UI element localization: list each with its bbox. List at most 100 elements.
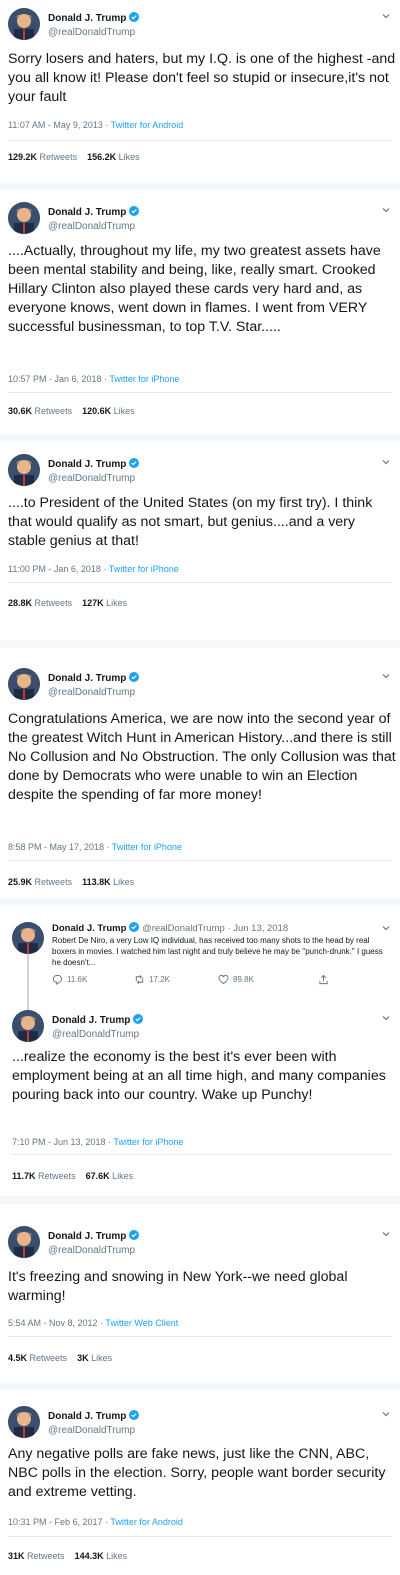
display-name[interactable]: Donald J. Trump <box>52 923 126 935</box>
like-count[interactable]: 67.6K <box>86 1171 110 1181</box>
tweet-text: Any negative polls are fake news, just l… <box>8 1446 390 1500</box>
tweet-stats: 28.8K Retweets 127K Likes <box>8 598 127 608</box>
tweet-text: It's freezing and snowing in New York--w… <box>8 1269 352 1304</box>
tweet-card[interactable]: Donald J. Trump @realDonaldTrump It's fr… <box>0 1220 400 1380</box>
retweet-count[interactable]: 11.7K <box>12 1171 36 1181</box>
display-name[interactable]: Donald J. Trump <box>48 458 126 472</box>
retweet-action[interactable]: 17.2K <box>134 974 170 985</box>
retweets-label[interactable]: Retweets <box>38 1171 76 1181</box>
tweet-time[interactable]: 8:58 PM - May 17, 2018 <box>8 842 104 852</box>
tweet-thread[interactable]: Donald J. Trump @realDonaldTrump · Jun 1… <box>0 916 400 1194</box>
tweet-text: ....Actually, throughout my life, my two… <box>8 243 385 335</box>
verified-badge-icon <box>129 458 140 468</box>
divider <box>8 392 392 393</box>
verified-badge-icon <box>129 206 140 216</box>
tweet-meta: 10:31 PM - Feb 6, 2017 · Twitter for And… <box>8 1517 183 1527</box>
retweets-label[interactable]: Retweets <box>30 1353 68 1363</box>
like-count[interactable]: 113.8K <box>82 877 111 887</box>
like-count[interactable]: 3K <box>77 1353 89 1363</box>
handle[interactable]: @realDonaldTrump <box>48 1424 139 1438</box>
avatar[interactable] <box>8 454 40 486</box>
avatar[interactable] <box>8 8 40 40</box>
chevron-down-icon[interactable] <box>380 1408 392 1420</box>
separator: · <box>224 923 234 934</box>
like-count[interactable]: 120.6K <box>82 406 111 416</box>
tweet-time[interactable]: 11:07 AM - May 9, 2013 <box>8 120 103 130</box>
tweet-card[interactable]: Donald J. Trump @realDonaldTrump Sorry l… <box>0 0 400 168</box>
tweet-time[interactable]: 7:10 PM - Jun 13, 2018 <box>12 1137 106 1147</box>
tweet-source[interactable]: Twitter for iPhone <box>109 564 179 574</box>
chevron-down-icon[interactable] <box>380 670 392 682</box>
likes-label[interactable]: Likes <box>106 598 127 608</box>
handle[interactable]: @realDonaldTrump <box>48 686 139 700</box>
display-name[interactable]: Donald J. Trump <box>48 672 126 686</box>
chevron-down-icon[interactable] <box>380 10 392 22</box>
share-action[interactable] <box>318 974 329 985</box>
chevron-down-icon[interactable] <box>380 1228 392 1240</box>
avatar[interactable] <box>8 1226 40 1258</box>
likes-label[interactable]: Likes <box>114 406 135 416</box>
likes-label[interactable]: Likes <box>91 1353 112 1363</box>
avatar[interactable] <box>12 922 44 954</box>
like-count: 89.8K <box>233 975 254 984</box>
retweets-label[interactable]: Retweets <box>27 1551 65 1561</box>
avatar[interactable] <box>12 1010 44 1042</box>
avatar[interactable] <box>8 202 40 234</box>
retweet-count[interactable]: 25.9K <box>8 877 32 887</box>
likes-label[interactable]: Likes <box>106 1551 127 1561</box>
chevron-down-icon[interactable] <box>380 922 392 934</box>
display-name[interactable]: Donald J. Trump <box>48 1230 126 1244</box>
handle[interactable]: @realDonaldTrump <box>48 26 139 40</box>
tweet-date[interactable]: Jun 13, 2018 <box>233 923 288 934</box>
likes-label[interactable]: Likes <box>119 152 140 162</box>
display-name[interactable]: Donald J. Trump <box>48 1410 126 1424</box>
tweet-source[interactable]: Twitter for iPhone <box>113 1137 183 1147</box>
handle[interactable]: @realDonaldTrump <box>48 1244 139 1258</box>
handle[interactable]: @realDonaldTrump <box>48 472 139 486</box>
like-action[interactable]: 89.8K <box>218 974 254 985</box>
reply-action[interactable]: 11.6K <box>52 974 87 985</box>
tweet-card[interactable]: Donald J. Trump @realDonaldTrump ....Act… <box>0 196 400 426</box>
handle[interactable]: @realDonaldTrump <box>48 220 139 234</box>
chevron-down-icon[interactable] <box>380 1012 392 1024</box>
retweets-label[interactable]: Retweets <box>35 406 73 416</box>
retweets-label[interactable]: Retweets <box>35 877 73 887</box>
avatar[interactable] <box>8 1406 40 1438</box>
tweet-time[interactable]: 10:57 PM - Jan 6, 2018 <box>8 374 102 384</box>
tweet-card[interactable]: Donald J. Trump @realDonaldTrump ....to … <box>0 448 400 638</box>
retweet-count[interactable]: 4.5K <box>8 1353 27 1363</box>
chevron-down-icon[interactable] <box>380 456 392 468</box>
chevron-down-icon[interactable] <box>380 204 392 216</box>
retweet-count[interactable]: 30.6K <box>8 406 32 416</box>
divider <box>8 140 392 141</box>
tweet-card[interactable]: Donald J. Trump @realDonaldTrump Congrat… <box>0 660 400 896</box>
like-count[interactable]: 127K <box>82 598 104 608</box>
tweet-stats: 30.6K Retweets 120.6K Likes <box>8 406 135 416</box>
tweet-source[interactable]: Twitter for Android <box>110 1517 183 1527</box>
retweets-label[interactable]: Retweets <box>40 152 78 162</box>
tweet-card[interactable]: Donald J. Trump @realDonaldTrump Any neg… <box>0 1400 400 1575</box>
tweet-source[interactable]: Twitter for iPhone <box>112 842 182 852</box>
handle[interactable]: @realDonaldTrump <box>142 923 225 934</box>
retweet-count[interactable]: 28.8K <box>8 598 32 608</box>
divider <box>8 860 392 861</box>
display-name[interactable]: Donald J. Trump <box>48 206 126 220</box>
like-count[interactable]: 144.3K <box>75 1551 104 1561</box>
display-name[interactable]: Donald J. Trump <box>48 12 126 26</box>
retweet-count[interactable]: 31K <box>8 1551 25 1561</box>
handle[interactable]: @realDonaldTrump <box>52 1028 143 1042</box>
avatar[interactable] <box>8 668 40 700</box>
tweet-time[interactable]: 10:31 PM - Feb 6, 2017 <box>8 1517 103 1527</box>
tweet-source[interactable]: Twitter Web Client <box>105 1318 178 1328</box>
tweet-source[interactable]: Twitter for iPhone <box>109 374 179 384</box>
retweets-label[interactable]: Retweets <box>35 598 73 608</box>
display-name[interactable]: Donald J. Trump <box>52 1014 130 1028</box>
like-count[interactable]: 156.2K <box>87 152 116 162</box>
tweet-source[interactable]: Twitter for Android <box>111 120 184 130</box>
reply-icon <box>52 974 63 985</box>
tweet-time[interactable]: 5:54 AM - Nov 8, 2012 <box>8 1318 98 1328</box>
likes-label[interactable]: Likes <box>113 877 134 887</box>
tweet-time[interactable]: 11:00 PM - Jan 6, 2018 <box>8 564 101 574</box>
retweet-count[interactable]: 129.2K <box>8 152 37 162</box>
likes-label[interactable]: Likes <box>112 1171 133 1181</box>
